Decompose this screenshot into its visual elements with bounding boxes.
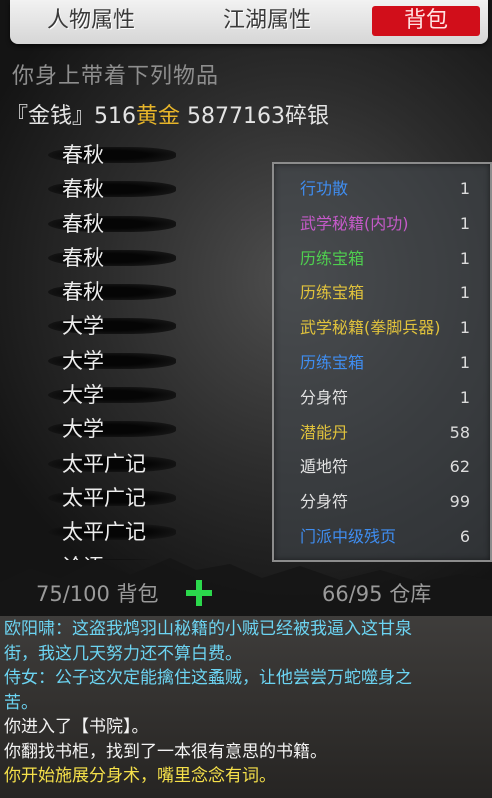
inventory-subtitle: 你身上带着下列物品 <box>12 64 220 89</box>
book-item[interactable]: 太平广记 <box>46 447 186 481</box>
silver-label: 碎银 <box>285 104 330 129</box>
inventory-item[interactable]: 历练宝箱 1 <box>274 276 490 310</box>
log-line: 欧阳啸：这盗我鸩羽山秘籍的小贼已经被我逼入这甘泉 <box>4 619 412 639</box>
expand-bag-button[interactable] <box>186 580 212 606</box>
item-count: 58 <box>449 422 470 442</box>
game-screen: 人物属性 江湖属性 背包 你身上带着下列物品 『金钱』516黄金 5877163… <box>0 0 492 798</box>
book-item[interactable]: 大学 <box>46 344 186 378</box>
item-count: 1 <box>459 318 470 338</box>
item-count: 1 <box>459 179 470 198</box>
book-item[interactable]: 春秋 <box>46 241 186 275</box>
inventory-item[interactable]: 潜能丹 58 <box>274 416 490 450</box>
book-name: 大学 <box>62 348 104 373</box>
book-name: 春秋 <box>62 143 104 167</box>
book-name: 春秋 <box>62 177 104 202</box>
item-count: 1 <box>459 353 470 372</box>
book-name: 大学 <box>62 417 104 442</box>
book-name: 太平广记 <box>62 485 146 510</box>
inventory-item[interactable]: 门派中级残页 6 <box>274 520 490 554</box>
inventory-panel: 行功散 1 武学秘籍(内功) 1 历练宝箱 1 历练宝箱 1 武学秘籍(拳脚兵器) 1 历练宝箱 1 分… <box>272 162 492 562</box>
inventory-item[interactable]: 历练宝箱 1 <box>274 346 490 380</box>
tab-backpack[interactable]: 背包 <box>372 6 480 36</box>
inventory-item[interactable]: 遁地符 62 <box>274 450 490 484</box>
inventory-item[interactable]: 分身符 99 <box>274 485 490 519</box>
item-count: 1 <box>459 248 470 268</box>
item-count: 1 <box>459 387 470 407</box>
book-name: 大学 <box>62 314 104 339</box>
item-name: 历练宝箱 <box>300 353 365 372</box>
book-name: 春秋 <box>62 211 104 236</box>
item-name: 潜能丹 <box>300 422 349 442</box>
item-count: 1 <box>459 213 470 233</box>
book-name: 论语 <box>62 550 104 560</box>
gold-label: 黄金 <box>136 104 181 129</box>
book-item[interactable]: 大学 <box>46 309 186 343</box>
book-item[interactable]: 春秋 <box>46 172 186 206</box>
item-name: 历练宝箱 <box>300 248 365 268</box>
message-log[interactable]: 欧阳啸：这盗我鸩羽山秘籍的小贼已经被我逼入这甘泉 街，我这几天努力还不算白费。侍女… <box>0 616 492 798</box>
book-name: 太平广记 <box>62 520 146 545</box>
log-line: 街，我这几天努力还不算白费。 <box>4 643 242 664</box>
item-name: 分身符 <box>300 387 349 407</box>
status-bar: 75/100 背包 66/95 仓库 <box>0 576 492 610</box>
item-name: 行功散 <box>300 179 349 198</box>
book-item[interactable]: 大学 <box>46 378 186 412</box>
item-count: 6 <box>459 527 470 546</box>
item-count: 62 <box>449 457 470 477</box>
log-line: 你进入了【书院】。 <box>4 717 149 737</box>
item-name: 武学秘籍(拳脚兵器) <box>300 318 441 338</box>
tab-bar: 人物属性 江湖属性 背包 <box>10 0 488 44</box>
inventory-item[interactable]: 历练宝箱 1 <box>274 242 490 276</box>
silver-amount: 5877163 <box>187 104 286 129</box>
book-item[interactable]: 大学 <box>46 412 186 446</box>
item-name: 分身符 <box>300 492 349 512</box>
log-line: 侍女：公子这次定能擒住这蟊贼，让他尝尝万蛇噬身之 <box>4 668 412 688</box>
book-list: 春秋春秋春秋春秋春秋大学大学大学大学太平广记太平广记太平广记论语 <box>46 138 186 560</box>
storage-capacity: 66/95 仓库 <box>322 582 432 606</box>
log-line: 你翻找书柜，找到了一本很有意思的书籍。 <box>4 741 327 762</box>
item-count: 1 <box>459 283 470 303</box>
inventory-item[interactable]: 武学秘籍(内功) 1 <box>274 207 490 241</box>
tab-jianghu-attributes[interactable]: 江湖属性 <box>192 6 342 36</box>
money-prefix: 『金钱』 <box>6 104 95 129</box>
log-line: 苦。 <box>4 692 38 713</box>
book-item[interactable]: 春秋 <box>46 207 186 241</box>
book-name: 太平广记 <box>62 451 146 476</box>
book-item[interactable]: 太平广记 <box>46 515 186 549</box>
bag-capacity: 75/100 背包 <box>36 582 159 606</box>
item-name: 遁地符 <box>300 457 349 477</box>
gold-amount: 516 <box>94 104 137 129</box>
money-line: 『金钱』516黄金 5877163碎银 <box>6 98 329 130</box>
item-name: 武学秘籍(内功) <box>300 213 409 233</box>
item-name: 历练宝箱 <box>300 283 365 303</box>
book-item[interactable]: 春秋 <box>46 138 186 172</box>
book-item[interactable]: 论语 <box>46 550 186 560</box>
tab-character-attributes[interactable]: 人物属性 <box>26 6 156 36</box>
book-item[interactable]: 太平广记 <box>46 481 186 515</box>
book-name: 大学 <box>62 383 104 408</box>
item-name: 门派中级残页 <box>300 527 397 546</box>
book-name: 春秋 <box>62 280 104 305</box>
item-count: 99 <box>449 492 470 512</box>
inventory-item[interactable]: 武学秘籍(拳脚兵器) 1 <box>274 311 490 345</box>
log-line: 你开始施展分身术，嘴里念念有词。 <box>4 766 276 786</box>
book-item[interactable]: 春秋 <box>46 275 186 309</box>
inventory-item[interactable]: 行功散 1 <box>274 172 490 206</box>
inventory-item[interactable]: 分身符 1 <box>274 381 490 415</box>
book-name: 春秋 <box>62 245 104 270</box>
